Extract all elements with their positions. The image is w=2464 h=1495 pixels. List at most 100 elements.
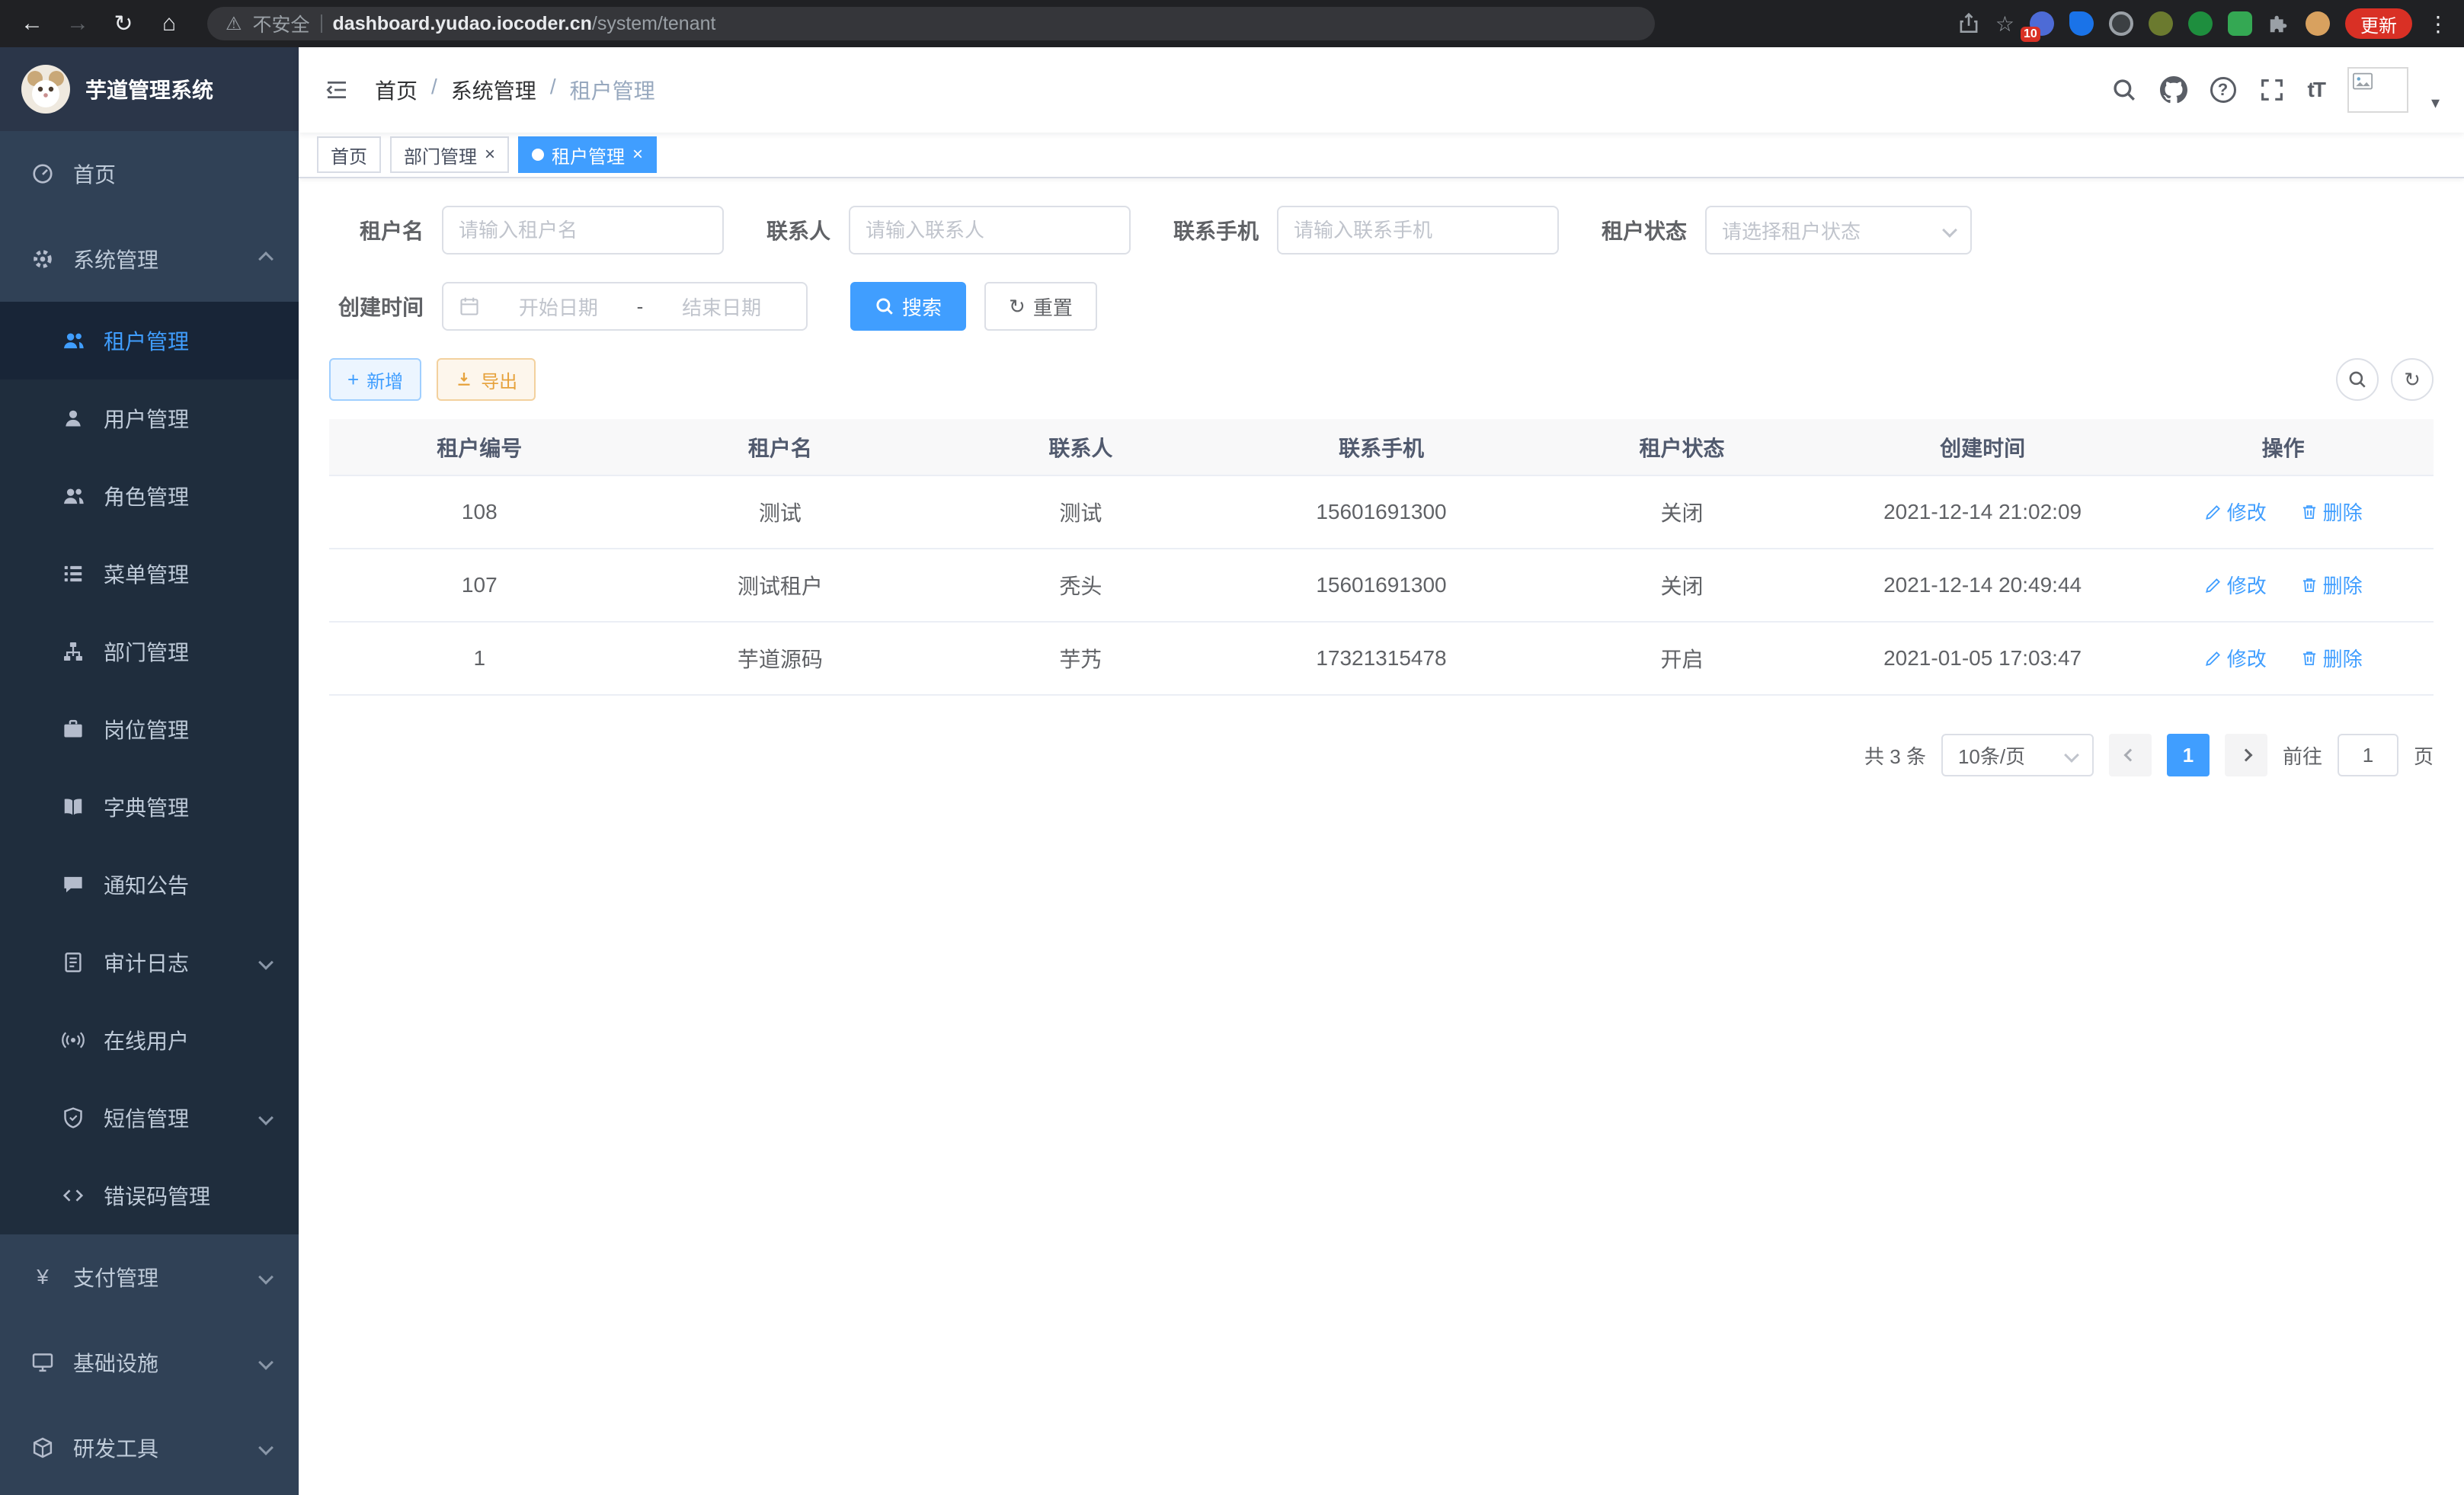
browser-menu-icon[interactable]: ⋮: [2427, 11, 2449, 37]
contact-input[interactable]: [866, 219, 1114, 242]
column-header-name: 租户名: [630, 419, 931, 475]
tab-home[interactable]: 首页: [317, 136, 381, 173]
share-icon[interactable]: [1957, 12, 1980, 35]
breadcrumb-home[interactable]: 首页: [375, 75, 418, 105]
sidebar-item-infra[interactable]: 基础设施: [0, 1320, 299, 1405]
sidebar-item-errcode[interactable]: 错误码管理: [0, 1157, 299, 1234]
sidebar-item-post[interactable]: 岗位管理: [0, 690, 299, 768]
trash-icon: [2300, 649, 2318, 667]
page-size-select[interactable]: 10条/页: [1941, 734, 2094, 776]
sidebar-item-tenant[interactable]: 租户管理: [0, 302, 299, 379]
tenant-name-input[interactable]: [459, 219, 707, 242]
add-button[interactable]: + 新增: [329, 358, 421, 401]
tab-label: 租户管理: [552, 142, 625, 168]
app-logo[interactable]: 芋道管理系统: [0, 47, 299, 131]
row-delete-button[interactable]: 删除: [2300, 571, 2363, 599]
date-range-picker[interactable]: 开始日期 - 结束日期: [442, 282, 808, 331]
sidebar-item-system[interactable]: 系统管理: [0, 216, 299, 302]
pagination-prev-button[interactable]: [2109, 734, 2152, 776]
sidebar-item-role[interactable]: 角色管理: [0, 457, 299, 535]
sidebar-item-menu[interactable]: 菜单管理: [0, 535, 299, 613]
export-button[interactable]: 导出: [437, 358, 536, 401]
page-content: 租户名 联系人 联系手机: [299, 178, 2464, 1495]
chat-bubble-icon: [61, 873, 85, 896]
sidebar-item-dict[interactable]: 字典管理: [0, 768, 299, 846]
contact-input-box: [849, 206, 1131, 255]
sidebar-item-dept[interactable]: 部门管理: [0, 613, 299, 690]
browser-profile-avatar[interactable]: [2306, 11, 2330, 36]
row-delete-button[interactable]: 删除: [2300, 498, 2363, 526]
table-header-row: 租户编号 租户名 联系人 联系手机 租户状态 创建时间 操作: [329, 419, 2434, 475]
url-text: dashboard.yudao.iocoder.cn/system/tenant: [333, 13, 716, 35]
extension-icon[interactable]: [2109, 11, 2133, 36]
column-header-id: 租户编号: [329, 419, 630, 475]
sidebar-toggle-icon[interactable]: [323, 78, 350, 102]
sidebar-item-pay[interactable]: ¥ 支付管理: [0, 1234, 299, 1320]
browser-reload-icon[interactable]: ↻: [107, 7, 140, 40]
row-edit-button[interactable]: 修改: [2204, 644, 2267, 672]
sidebar-item-audit[interactable]: 审计日志: [0, 924, 299, 1001]
refresh-table-button[interactable]: ↻: [2391, 358, 2434, 401]
sidebar-item-online[interactable]: 在线用户: [0, 1001, 299, 1079]
breadcrumb-system[interactable]: 系统管理: [451, 75, 536, 105]
sidebar-item-sms[interactable]: 短信管理: [0, 1079, 299, 1157]
bookmark-star-icon[interactable]: ☆: [1995, 11, 2014, 37]
row-edit-button[interactable]: 修改: [2204, 498, 2267, 526]
font-size-icon[interactable]: tT: [2308, 78, 2325, 102]
sidebar-item-dev[interactable]: 研发工具: [0, 1405, 299, 1490]
sidebar-item-home[interactable]: 首页: [0, 131, 299, 216]
gear-icon: [30, 248, 55, 271]
tab-close-icon[interactable]: ×: [485, 146, 495, 164]
browser-home-icon[interactable]: ⌂: [152, 7, 186, 40]
search-icon[interactable]: [2111, 77, 2137, 103]
pagination-page-button[interactable]: 1: [2167, 734, 2210, 776]
chevron-right-icon: [2239, 749, 2252, 762]
date-start-placeholder[interactable]: 开始日期: [489, 293, 628, 321]
code-icon: [61, 1184, 85, 1207]
pagination-goto-input[interactable]: [2338, 734, 2398, 776]
tab-dept[interactable]: 部门管理 ×: [390, 136, 509, 173]
breadcrumb-current: 租户管理: [570, 75, 655, 105]
help-icon[interactable]: ?: [2210, 77, 2236, 103]
column-header-created: 创建时间: [1832, 419, 2133, 475]
date-end-placeholder[interactable]: 结束日期: [652, 293, 791, 321]
tab-label: 部门管理: [404, 142, 477, 168]
edit-label: 修改: [2227, 498, 2267, 526]
tab-close-icon[interactable]: ×: [632, 146, 643, 164]
row-delete-button[interactable]: 删除: [2300, 644, 2363, 672]
tenant-table: 租户编号 租户名 联系人 联系手机 租户状态 创建时间 操作 108 测试: [329, 419, 2434, 696]
address-bar[interactable]: ⚠ 不安全 dashboard.yudao.iocoder.cn/system/…: [207, 7, 1655, 40]
briefcase-icon: [61, 718, 85, 741]
pagination-next-button[interactable]: [2225, 734, 2267, 776]
extensions-puzzle-icon[interactable]: [2267, 12, 2290, 35]
extension-icon[interactable]: [2188, 11, 2213, 36]
mobile-input[interactable]: [1294, 219, 1542, 242]
github-icon[interactable]: [2160, 76, 2187, 104]
search-button[interactable]: 搜索: [850, 282, 966, 331]
browser-back-icon[interactable]: ←: [15, 7, 49, 40]
document-icon: [61, 951, 85, 974]
sidebar-item-label: 通知公告: [104, 869, 189, 900]
extension-icon-with-badge[interactable]: 10: [2030, 11, 2054, 36]
extension-icon[interactable]: [2149, 11, 2173, 36]
add-button-label: 新增: [366, 367, 403, 393]
fullscreen-icon[interactable]: [2259, 77, 2285, 103]
sidebar-item-user[interactable]: 用户管理: [0, 379, 299, 457]
row-edit-button[interactable]: 修改: [2204, 571, 2267, 599]
delete-label: 删除: [2323, 571, 2363, 599]
sidebar-item-notice[interactable]: 通知公告: [0, 846, 299, 924]
browser-update-button[interactable]: 更新: [2345, 8, 2412, 39]
sidebar-item-label: 菜单管理: [104, 559, 189, 589]
browser-forward-icon[interactable]: →: [61, 7, 94, 40]
toggle-search-button[interactable]: [2336, 358, 2379, 401]
security-label[interactable]: 不安全: [253, 10, 310, 37]
extension-icon[interactable]: [2228, 11, 2252, 36]
plus-icon: +: [347, 370, 359, 389]
extension-icon[interactable]: [2069, 11, 2094, 36]
reset-button[interactable]: ↻ 重置: [984, 282, 1097, 331]
cell-contact: 秃头: [930, 549, 1231, 622]
tab-tenant[interactable]: 租户管理 ×: [518, 136, 657, 173]
user-avatar[interactable]: [2347, 67, 2408, 113]
avatar-caret-icon[interactable]: ▾: [2431, 93, 2440, 113]
status-select[interactable]: 请选择租户状态: [1705, 206, 1972, 255]
